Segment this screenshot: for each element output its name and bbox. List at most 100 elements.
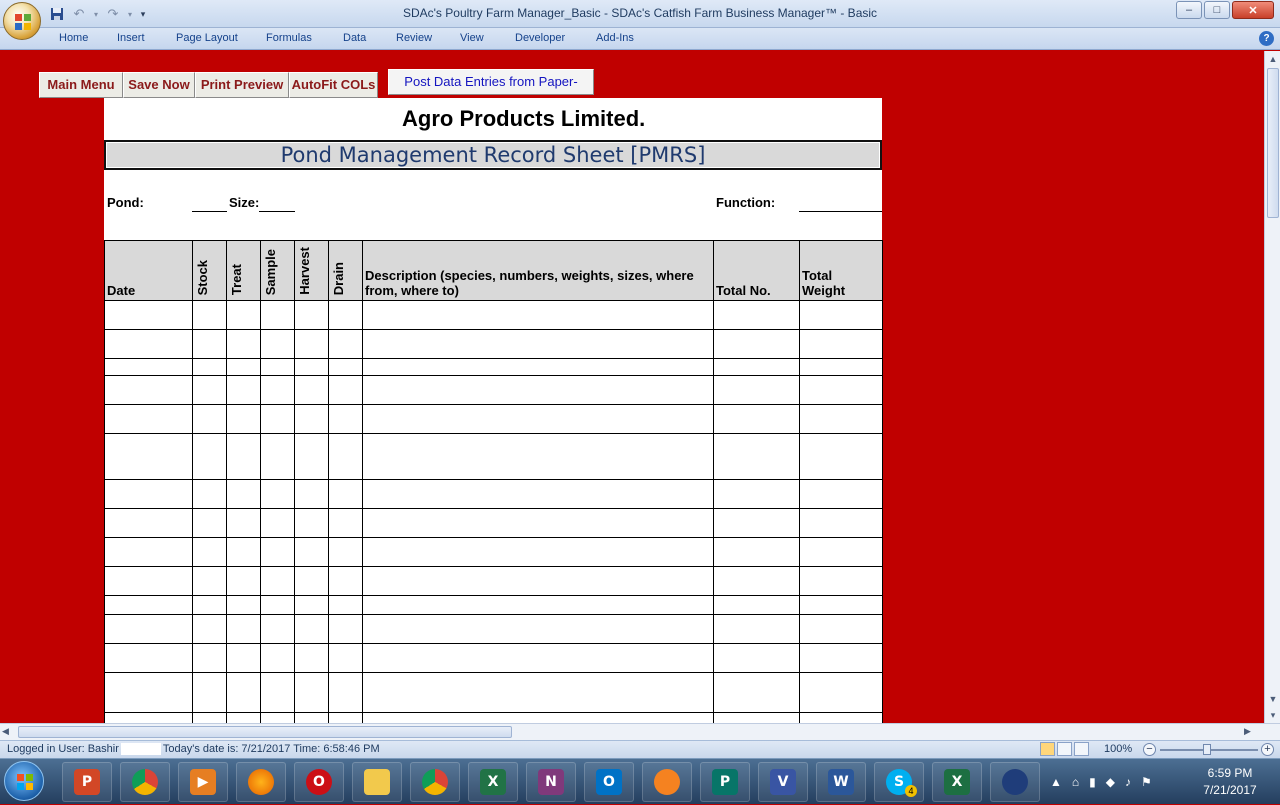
table-cell[interactable] [799, 375, 883, 405]
table-cell[interactable] [362, 566, 714, 596]
table-cell[interactable] [192, 595, 227, 615]
table-cell[interactable] [260, 375, 295, 405]
table-cell[interactable] [328, 643, 363, 673]
table-cell[interactable] [362, 712, 714, 723]
table-cell[interactable] [226, 614, 261, 644]
table-cell[interactable] [328, 537, 363, 567]
table-cell[interactable] [294, 537, 329, 567]
vertical-scrollbar[interactable]: ▲ ▼ ▾ [1264, 51, 1280, 723]
table-cell[interactable] [104, 375, 193, 405]
table-cell[interactable] [362, 508, 714, 538]
taskbar-powerpoint[interactable]: P [62, 762, 112, 802]
table-cell[interactable] [294, 375, 329, 405]
table-cell[interactable] [799, 537, 883, 567]
table-cell[interactable] [328, 672, 363, 713]
volume-icon[interactable]: ♪ [1125, 775, 1131, 789]
table-cell[interactable] [294, 566, 329, 596]
size-field[interactable] [259, 211, 295, 212]
page-layout-view-icon[interactable] [1057, 742, 1072, 756]
table-cell[interactable] [260, 433, 295, 480]
table-cell[interactable] [104, 712, 193, 723]
worksheet[interactable]: Main Menu Save Now Print Preview AutoFit… [0, 51, 1264, 723]
table-cell[interactable] [192, 433, 227, 480]
table-cell[interactable] [799, 300, 883, 330]
table-cell[interactable] [226, 508, 261, 538]
pond-field[interactable] [192, 211, 227, 212]
taskbar-firefox[interactable] [236, 762, 286, 802]
normal-view-icon[interactable] [1040, 742, 1055, 756]
table-cell[interactable] [799, 329, 883, 359]
post-data-entries-button[interactable]: Post Data Entries from Paper- [388, 69, 594, 95]
taskbar-word[interactable]: W [816, 762, 866, 802]
table-cell[interactable] [294, 672, 329, 713]
start-button[interactable] [4, 761, 44, 801]
table-cell[interactable] [713, 375, 800, 405]
shield-icon[interactable]: ◆ [1106, 775, 1115, 789]
table-cell[interactable] [362, 479, 714, 509]
function-field[interactable] [799, 211, 882, 212]
table-cell[interactable] [226, 404, 261, 434]
table-cell[interactable] [192, 375, 227, 405]
scroll-up-icon[interactable]: ▲ [1265, 51, 1280, 67]
table-cell[interactable] [104, 595, 193, 615]
close-button[interactable]: ✕ [1232, 1, 1274, 19]
table-cell[interactable] [260, 537, 295, 567]
table-cell[interactable] [192, 672, 227, 713]
table-cell[interactable] [799, 358, 883, 376]
table-cell[interactable] [192, 508, 227, 538]
table-cell[interactable] [328, 479, 363, 509]
table-cell[interactable] [192, 358, 227, 376]
table-cell[interactable] [362, 300, 714, 330]
table-cell[interactable] [226, 375, 261, 405]
taskbar-opera[interactable]: O [294, 762, 344, 802]
table-cell[interactable] [192, 643, 227, 673]
table-cell[interactable] [192, 404, 227, 434]
table-cell[interactable] [328, 358, 363, 376]
table-cell[interactable] [328, 404, 363, 434]
table-cell[interactable] [328, 433, 363, 480]
table-cell[interactable] [104, 508, 193, 538]
table-cell[interactable] [226, 643, 261, 673]
taskbar-publisher[interactable]: P [700, 762, 750, 802]
taskbar-outlook[interactable]: O [584, 762, 634, 802]
table-cell[interactable] [799, 643, 883, 673]
table-cell[interactable] [328, 595, 363, 615]
table-cell[interactable] [362, 404, 714, 434]
table-cell[interactable] [226, 566, 261, 596]
table-cell[interactable] [260, 712, 295, 723]
table-cell[interactable] [192, 614, 227, 644]
table-cell[interactable] [104, 672, 193, 713]
taskbar-chrome-2[interactable] [410, 762, 460, 802]
table-cell[interactable] [362, 643, 714, 673]
table-cell[interactable] [799, 672, 883, 713]
taskbar-excel[interactable]: X [468, 762, 518, 802]
table-cell[interactable] [192, 479, 227, 509]
table-cell[interactable] [260, 508, 295, 538]
show-hidden-icons-icon[interactable]: ▲ [1050, 775, 1062, 789]
table-cell[interactable] [713, 672, 800, 713]
table-cell[interactable] [799, 595, 883, 615]
table-cell[interactable] [294, 643, 329, 673]
table-cell[interactable] [362, 595, 714, 615]
table-cell[interactable] [294, 300, 329, 330]
table-cell[interactable] [226, 300, 261, 330]
usb-icon[interactable]: ⌂ [1072, 775, 1079, 789]
scroll-right-icon[interactable]: ▶ [1244, 726, 1251, 737]
table-cell[interactable] [362, 537, 714, 567]
table-cell[interactable] [294, 433, 329, 480]
taskbar-file-explorer[interactable] [352, 762, 402, 802]
table-cell[interactable] [260, 358, 295, 376]
tab-formulas[interactable]: Formulas [266, 32, 312, 44]
table-cell[interactable] [713, 537, 800, 567]
taskbar-excel-active[interactable]: X [932, 762, 982, 802]
table-cell[interactable] [713, 643, 800, 673]
table-cell[interactable] [104, 358, 193, 376]
table-cell[interactable] [713, 566, 800, 596]
table-cell[interactable] [362, 672, 714, 713]
table-cell[interactable] [362, 329, 714, 359]
horizontal-scroll-thumb[interactable] [18, 726, 512, 738]
table-cell[interactable] [328, 712, 363, 723]
table-cell[interactable] [260, 595, 295, 615]
table-cell[interactable] [362, 433, 714, 480]
table-cell[interactable] [799, 433, 883, 480]
